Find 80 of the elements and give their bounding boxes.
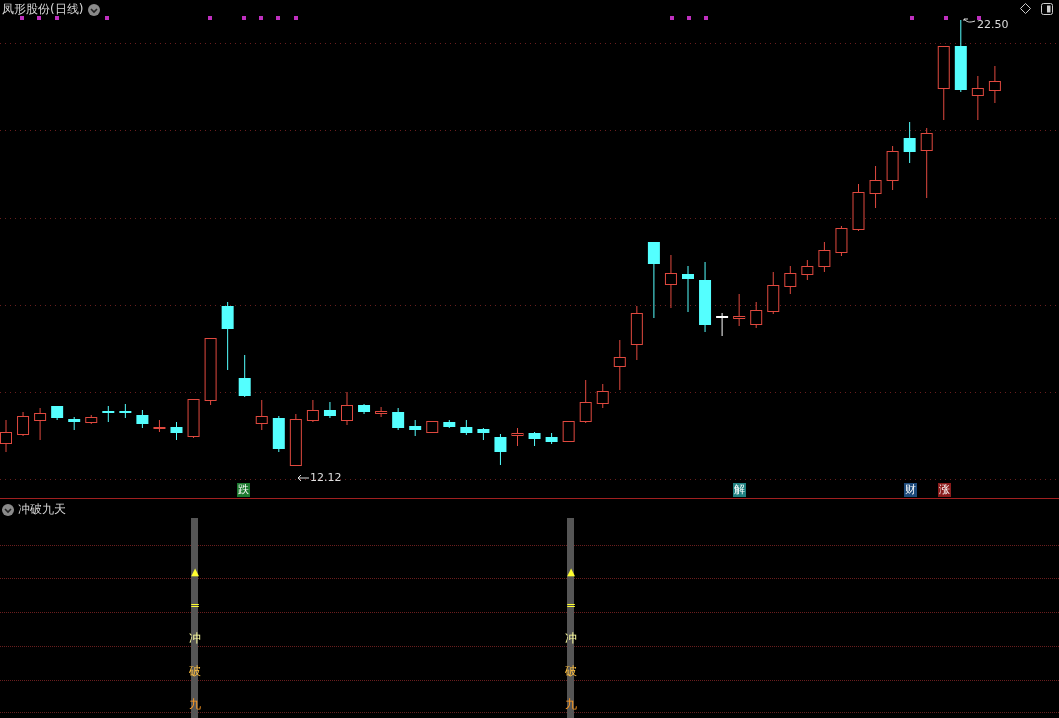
- panel-toggle-icon[interactable]: [1041, 3, 1053, 15]
- chevron-down-icon[interactable]: [88, 3, 101, 16]
- signal-text: 冲: [189, 630, 201, 646]
- candlestick: [818, 241, 831, 273]
- candlestick: [272, 415, 285, 453]
- candlestick: [852, 183, 865, 232]
- candlestick: [971, 75, 984, 121]
- candlestick: [170, 421, 183, 441]
- candlestick: [68, 416, 81, 431]
- candlestick: [85, 414, 98, 425]
- candlestick: [494, 433, 507, 466]
- indicator-title: 冲破九天: [18, 501, 66, 518]
- candlestick: [119, 403, 132, 419]
- candlestick: [869, 165, 882, 209]
- candlestick: [289, 413, 302, 467]
- candlestick: [477, 427, 490, 441]
- candlestick: [613, 339, 626, 391]
- candlestick: [835, 225, 848, 257]
- candlestick: [255, 399, 268, 431]
- candlestick: [664, 254, 677, 309]
- candlestick: [238, 354, 251, 398]
- candlestick: [0, 419, 12, 453]
- candlestick: [323, 401, 336, 419]
- candlestick: [903, 121, 916, 164]
- signal-tag: 跌: [237, 483, 250, 497]
- signal-tag: 解: [733, 483, 746, 497]
- candlestick: [699, 261, 712, 333]
- candlestick: [341, 391, 353, 426]
- leader-line: [297, 474, 310, 482]
- candlestick: [306, 399, 319, 423]
- price-label: 22.50: [977, 18, 1009, 31]
- signal-tag: 涨: [938, 483, 951, 497]
- candlestick: [187, 398, 200, 439]
- chart-title: 凤形股份(日线): [2, 1, 84, 18]
- candlestick: [988, 65, 1001, 104]
- candlestick: [511, 427, 524, 447]
- candlestick: [460, 419, 473, 436]
- diamond-icon[interactable]: [1020, 3, 1031, 14]
- signal-text: ▲: [567, 565, 575, 579]
- signal-tag: 财: [904, 483, 917, 497]
- signal-text: 冲: [565, 630, 577, 646]
- candlestick: [136, 409, 149, 429]
- candlestick: [102, 405, 115, 423]
- candlestick: [767, 271, 780, 315]
- candlestick: [750, 301, 763, 329]
- signal-text: 九: [189, 696, 201, 712]
- chevron-down-icon[interactable]: [2, 503, 14, 516]
- candlestick: [153, 419, 166, 433]
- candlestick: [630, 305, 643, 361]
- candlestick: [443, 419, 456, 429]
- candlestick: [358, 403, 371, 415]
- price-label: 12.12: [310, 471, 342, 484]
- candlestick: [886, 145, 899, 191]
- candlestick: [801, 259, 814, 281]
- signal-text: =: [565, 597, 577, 613]
- signal-text: 破: [565, 663, 577, 679]
- signal-text: =: [189, 597, 201, 613]
- candlestick: [528, 431, 541, 447]
- candlestick: [733, 293, 746, 327]
- candlestick: [596, 383, 609, 409]
- candlestick: [682, 265, 694, 313]
- signal-text: 九: [565, 696, 577, 712]
- candlestick: [17, 411, 30, 437]
- candlestick: [51, 405, 64, 421]
- leader-line: [963, 18, 976, 23]
- candlestick: [221, 301, 234, 371]
- candlestick: [375, 406, 388, 418]
- candlestick: [784, 265, 797, 295]
- candlestick: [579, 379, 592, 424]
- candlestick: [920, 127, 933, 199]
- candlestick: [562, 420, 575, 443]
- candlestick: [716, 312, 729, 337]
- candlestick: [392, 407, 405, 431]
- signal-text: 破: [189, 663, 201, 679]
- candlestick: [34, 407, 47, 441]
- candlestick: [545, 432, 558, 445]
- signal-text: ▲: [191, 565, 199, 579]
- candlestick: [409, 419, 422, 437]
- candlestick: [204, 337, 217, 406]
- candlestick: [426, 420, 439, 433]
